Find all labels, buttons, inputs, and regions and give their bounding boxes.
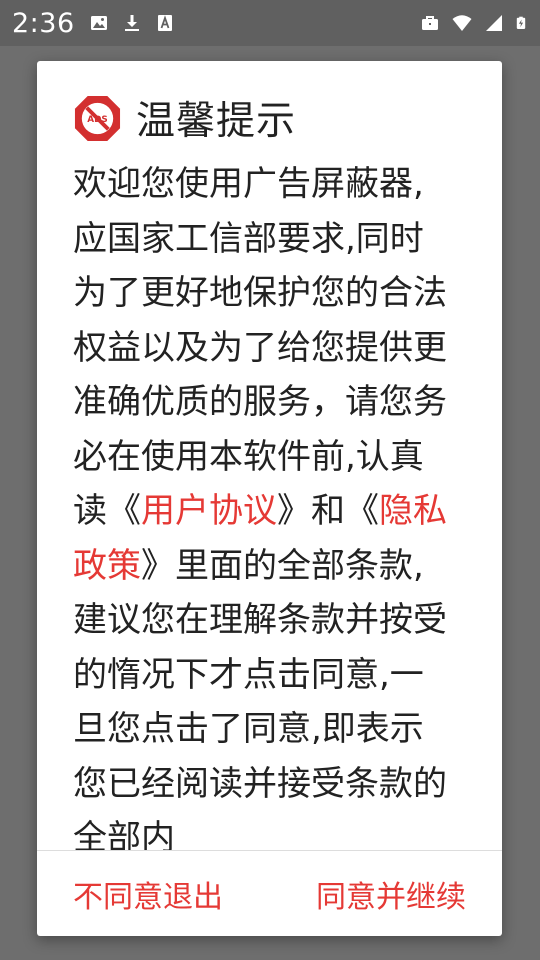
screen: 2:36 温馨提示 欢迎您使用广告屏蔽器,应国家工信部要求,同时为了更好地保护您… (0, 0, 540, 960)
accept-continue-button[interactable]: 同意并继续 (316, 851, 466, 936)
wifi-icon (452, 15, 472, 31)
dialog-message[interactable]: 欢迎您使用广告屏蔽器,应国家工信部要求,同时为了更好地保护您的合法权益以及为了给… (73, 157, 453, 851)
signal-icon (486, 15, 502, 31)
decline-exit-button[interactable]: 不同意退出 (73, 851, 223, 936)
font-icon (157, 15, 172, 31)
message-text: 欢迎您使用广告屏蔽器,应国家工信部要求,同时为了更好地保护您的合法权益以及为了给… (73, 164, 447, 531)
dialog-title: 温馨提示 (136, 99, 297, 144)
user-agreement-link[interactable]: 用户协议 (141, 491, 277, 531)
download-icon (124, 15, 139, 31)
battery-charging-icon (516, 16, 526, 29)
consent-dialog: ADS 温馨提示 欢迎您使用广告屏蔽器,应国家工信部要求,同时为了更好地保护您的… (37, 61, 502, 936)
message-text: 》和《 (277, 491, 379, 531)
no-ads-icon: ADS (74, 95, 121, 141)
status-time: 2:36 (12, 7, 75, 39)
briefcase-icon (422, 16, 438, 30)
status-bar: 2:36 (0, 0, 540, 46)
notification-icons (89, 13, 175, 33)
dialog-actions: 不同意退出 同意并继续 (37, 851, 502, 936)
system-icons (420, 13, 528, 33)
dialog-header: ADS 温馨提示 (73, 93, 297, 144)
message-text: 》里面的全部条款,建议您在理解条款并按受的惰况下才点击同意,一旦您点击了同意,即… (73, 545, 447, 852)
image-icon (90, 16, 107, 30)
